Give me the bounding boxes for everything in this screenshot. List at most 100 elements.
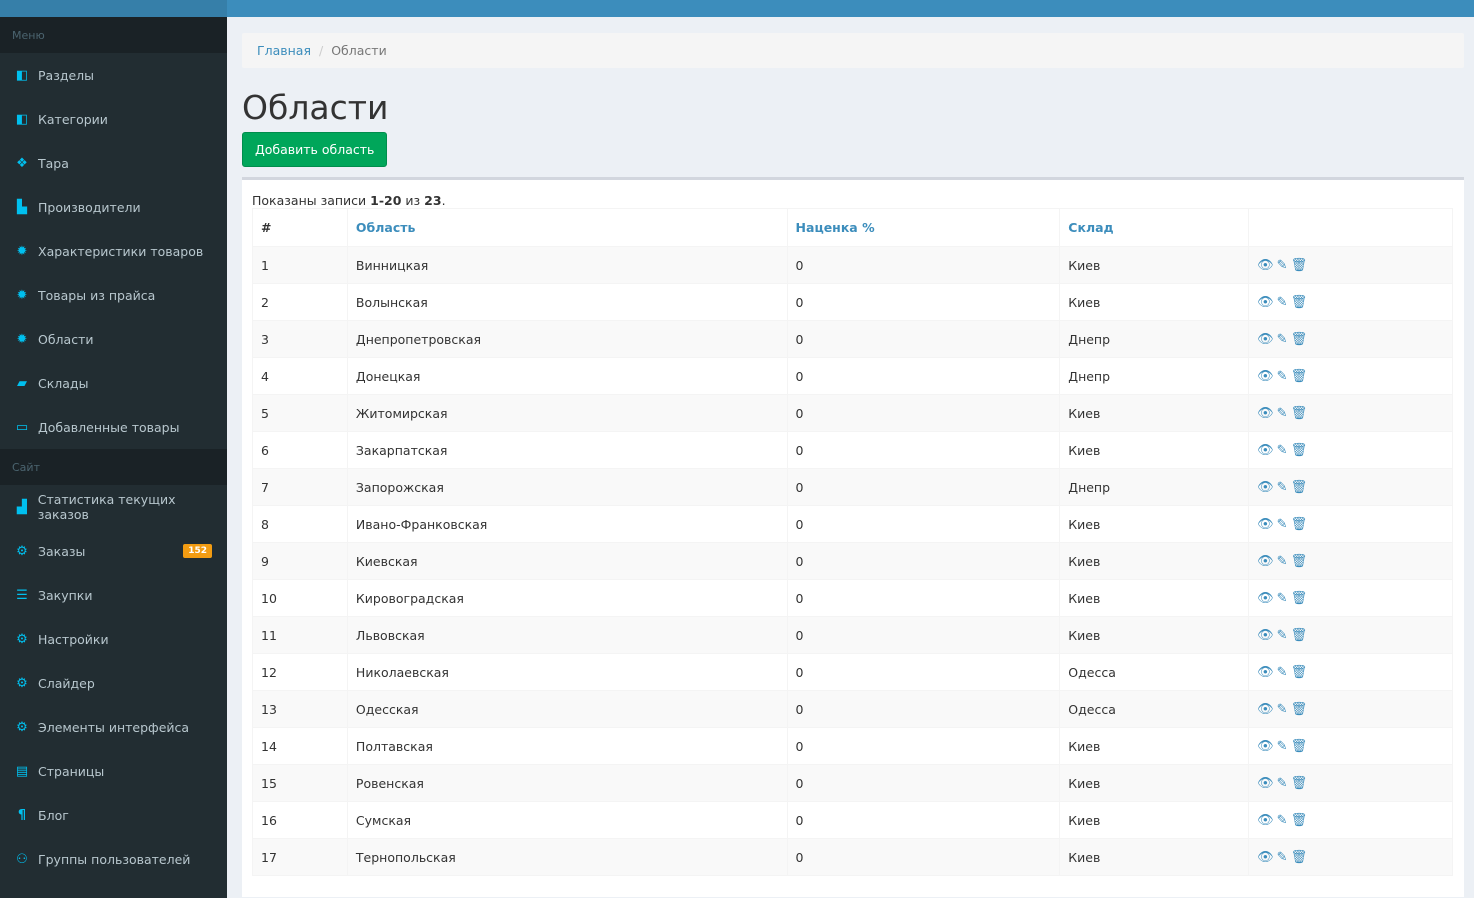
- delete-trash-icon[interactable]: 🗑: [1291, 554, 1308, 569]
- sidebar-item-2[interactable]: ⚙ Заказы 152: [0, 529, 227, 573]
- row-number: 12: [252, 653, 348, 691]
- sidebar-item-7[interactable]: ▤ Страницы: [0, 749, 227, 793]
- row-region: Николаевская: [346, 653, 788, 691]
- view-eye-icon[interactable]: 👁: [1257, 295, 1274, 310]
- row-actions: 👁 ✎ 🗑: [1248, 357, 1453, 395]
- row-number: 5: [252, 394, 348, 432]
- edit-pencil-icon[interactable]: ✎: [1277, 776, 1288, 791]
- col-header-warehouse[interactable]: Склад: [1059, 208, 1250, 247]
- sidebar-item-8[interactable]: ▰ Склады: [0, 361, 227, 405]
- sidebar-item-9[interactable]: ▭ Добавленные товары: [0, 405, 227, 449]
- dropbox-icon: ❖: [16, 155, 28, 171]
- delete-trash-icon[interactable]: 🗑: [1291, 628, 1308, 643]
- view-eye-icon[interactable]: 👁: [1257, 850, 1274, 865]
- view-eye-icon[interactable]: 👁: [1257, 776, 1274, 791]
- edit-pencil-icon[interactable]: ✎: [1277, 332, 1288, 347]
- view-eye-icon[interactable]: 👁: [1257, 443, 1274, 458]
- delete-trash-icon[interactable]: 🗑: [1291, 258, 1308, 273]
- sidebar-item-9[interactable]: ⚇ Группы пользователей: [0, 837, 227, 881]
- col-header-number: #: [252, 208, 348, 247]
- file-icon: ▤: [15, 763, 29, 779]
- delete-trash-icon[interactable]: 🗑: [1291, 813, 1308, 828]
- sidebar-item-1[interactable]: ▟ Статистика текущих заказов: [0, 485, 227, 529]
- row-region: Ивано-Франковская: [346, 505, 788, 543]
- delete-trash-icon[interactable]: 🗑: [1291, 369, 1308, 384]
- row-markup: 0: [786, 838, 1061, 876]
- row-region: Кировоградская: [346, 579, 788, 617]
- view-eye-icon[interactable]: 👁: [1257, 554, 1274, 569]
- sidebar-item-label: Области: [38, 331, 94, 347]
- delete-trash-icon[interactable]: 🗑: [1291, 295, 1308, 310]
- sidebar-item-4[interactable]: ▙ Производители: [0, 185, 227, 229]
- sidebar-item-label: Товары из прайса: [38, 287, 156, 303]
- edit-pencil-icon[interactable]: ✎: [1277, 258, 1288, 273]
- col-header-region[interactable]: Область: [346, 208, 788, 247]
- sort-markup-link[interactable]: Наценка %: [796, 220, 875, 235]
- view-eye-icon[interactable]: 👁: [1257, 739, 1274, 754]
- delete-trash-icon[interactable]: 🗑: [1291, 776, 1308, 791]
- delete-trash-icon[interactable]: 🗑: [1291, 332, 1308, 347]
- sidebar-header-site: Сайт: [0, 449, 227, 485]
- delete-trash-icon[interactable]: 🗑: [1291, 850, 1308, 865]
- edit-pencil-icon[interactable]: ✎: [1277, 554, 1288, 569]
- edit-pencil-icon[interactable]: ✎: [1277, 665, 1288, 680]
- breadcrumb-home[interactable]: Главная: [257, 43, 311, 58]
- view-eye-icon[interactable]: 👁: [1257, 332, 1274, 347]
- edit-pencil-icon[interactable]: ✎: [1277, 480, 1288, 495]
- view-eye-icon[interactable]: 👁: [1257, 591, 1274, 606]
- edit-pencil-icon[interactable]: ✎: [1277, 369, 1288, 384]
- edit-pencil-icon[interactable]: ✎: [1277, 591, 1288, 606]
- add-region-button[interactable]: Добавить область: [242, 132, 388, 167]
- sidebar-item-7[interactable]: ✹ Области: [0, 317, 227, 361]
- view-eye-icon[interactable]: 👁: [1257, 665, 1274, 680]
- sidebar-item-label: Категории: [38, 111, 108, 127]
- delete-trash-icon[interactable]: 🗑: [1291, 517, 1308, 532]
- view-eye-icon[interactable]: 👁: [1257, 813, 1274, 828]
- edit-pencil-icon[interactable]: ✎: [1277, 702, 1288, 717]
- sidebar-item-3[interactable]: ☰ Закупки: [0, 573, 227, 617]
- row-region: Одесская: [346, 690, 788, 728]
- view-eye-icon[interactable]: 👁: [1257, 369, 1274, 384]
- sidebar-item-5[interactable]: ✹ Характеристики товаров: [0, 229, 227, 273]
- sidebar-item-3[interactable]: ❖ Тара: [0, 141, 227, 185]
- edit-pencil-icon[interactable]: ✎: [1277, 517, 1288, 532]
- edit-pencil-icon[interactable]: ✎: [1277, 406, 1288, 421]
- delete-trash-icon[interactable]: 🗑: [1291, 739, 1308, 754]
- sidebar-item-8[interactable]: ¶ Блог: [0, 793, 227, 837]
- edit-pencil-icon[interactable]: ✎: [1277, 443, 1288, 458]
- edit-pencil-icon[interactable]: ✎: [1277, 739, 1288, 754]
- view-eye-icon[interactable]: 👁: [1257, 628, 1274, 643]
- sort-warehouse-link[interactable]: Склад: [1068, 220, 1113, 235]
- sidebar-item-1[interactable]: ◧ Разделы: [0, 53, 227, 97]
- delete-trash-icon[interactable]: 🗑: [1291, 665, 1308, 680]
- row-actions: 👁 ✎ 🗑: [1248, 431, 1453, 469]
- view-eye-icon[interactable]: 👁: [1257, 406, 1274, 421]
- col-header-markup[interactable]: Наценка %: [786, 208, 1061, 247]
- sidebar-item-5[interactable]: ⚙ Слайдер: [0, 661, 227, 705]
- view-eye-icon[interactable]: 👁: [1257, 702, 1274, 717]
- edit-pencil-icon[interactable]: ✎: [1277, 850, 1288, 865]
- sidebar-item-6[interactable]: ⚙ Элементы интерфейса: [0, 705, 227, 749]
- bar-chart-icon: ▟: [16, 499, 27, 515]
- row-number: 2: [252, 283, 348, 321]
- row-warehouse: Киев: [1059, 431, 1250, 469]
- edit-pencil-icon[interactable]: ✎: [1277, 295, 1288, 310]
- row-warehouse: Днепр: [1059, 468, 1250, 506]
- view-eye-icon[interactable]: 👁: [1257, 517, 1274, 532]
- sidebar-item-2[interactable]: ◧ Категории: [0, 97, 227, 141]
- row-actions: 👁 ✎ 🗑: [1248, 690, 1453, 728]
- edit-pencil-icon[interactable]: ✎: [1277, 813, 1288, 828]
- sidebar-item-4[interactable]: ⚙ Настройки: [0, 617, 227, 661]
- edit-pencil-icon[interactable]: ✎: [1277, 628, 1288, 643]
- share-square-icon: ◧: [15, 111, 29, 127]
- view-eye-icon[interactable]: 👁: [1257, 258, 1274, 273]
- sort-region-link[interactable]: Область: [356, 220, 416, 235]
- delete-trash-icon[interactable]: 🗑: [1291, 702, 1308, 717]
- row-number: 15: [252, 764, 348, 802]
- delete-trash-icon[interactable]: 🗑: [1291, 480, 1308, 495]
- delete-trash-icon[interactable]: 🗑: [1291, 406, 1308, 421]
- view-eye-icon[interactable]: 👁: [1257, 480, 1274, 495]
- delete-trash-icon[interactable]: 🗑: [1291, 591, 1308, 606]
- delete-trash-icon[interactable]: 🗑: [1291, 443, 1308, 458]
- sidebar-item-6[interactable]: ✹ Товары из прайса: [0, 273, 227, 317]
